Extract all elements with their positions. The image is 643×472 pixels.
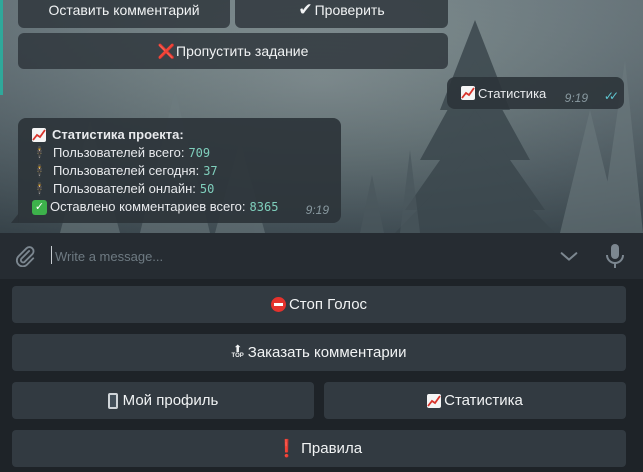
person-icon: 🕴 [32,146,47,160]
stats-label: Пользователей онлайн: [52,181,196,196]
incoming-message: Статистика проекта: 🕴 Пользователей всег… [11,118,341,223]
stats-value: 709 [188,146,211,160]
skip-task-button[interactable]: ❌ Пропустить задание [18,33,448,69]
skip-task-label: Пропустить задание [176,43,309,59]
stats-value: 37 [203,164,218,178]
outgoing-message-time: 9:19 [564,91,588,105]
chevron-down-icon[interactable] [558,245,580,267]
message-composer [0,233,643,279]
check-button[interactable]: ✔ Проверить [235,0,448,28]
accent-strip [0,0,3,95]
no-entry-icon [270,297,286,312]
order-comments-button[interactable]: ⬆ TOP Заказать комментарии [12,334,626,371]
exclamation-mark-icon: ❗ [275,438,298,458]
stats-value: 50 [199,182,215,196]
stats-value: 8365 [249,200,279,214]
microphone-icon[interactable] [604,243,626,269]
chat-area: Оставить комментарий ✔ Проверить ❌ Пропу… [0,0,643,233]
chart-increasing-icon [461,86,475,100]
person-icon: 🕴 [32,182,47,196]
stats-label: Оставлено комментариев всего: [50,199,246,214]
stats-title: Статистика проекта: [52,127,184,142]
message-input[interactable] [55,245,535,267]
stats-row-online: 🕴 Пользователей онлайн: 50 [32,180,341,198]
statistics-button[interactable]: Статистика [324,382,626,419]
person-icon: 🕴 [32,164,47,178]
incoming-message-time: 9:19 [305,203,329,217]
my-profile-label: Мой профиль [122,392,219,409]
text-cursor [51,246,52,264]
check-label: Проверить [314,2,385,18]
check-mark-button-icon: ✓ [32,199,47,215]
leave-comment-label: Оставить комментарий [48,2,200,18]
stats-label: Пользователей всего: [52,145,185,160]
stats-row-total: 🕴 Пользователей всего: 709 [32,144,341,162]
stats-row-comments: ✓ Оставлено комментариев всего: 8365 [32,198,341,216]
stats-row-today: 🕴 Пользователей сегодня: 37 [32,162,341,180]
outgoing-message: Статистика 9:19 ✓✓ [447,77,624,109]
paperclip-icon[interactable] [14,245,36,268]
rules-label: Правила [301,440,363,457]
chart-increasing-icon [32,128,46,142]
stop-voice-label: Стоп Голос [288,296,368,313]
outgoing-message-text: Статистика [478,85,547,101]
chart-increasing-icon [427,393,442,408]
double-check-icon: ✓✓ [603,89,619,103]
statistics-label: Статистика [444,392,523,409]
my-profile-button[interactable]: Мой профиль [12,382,314,419]
stop-voice-button[interactable]: Стоп Голос [12,286,626,323]
cross-mark-icon: ❌ [157,42,176,59]
reply-keyboard: Стоп Голос ⬆ TOP Заказать комментарии Мо… [0,279,643,472]
rules-button[interactable]: ❗ Правила [12,430,626,467]
checkmark-icon: ✔ [298,0,313,19]
top-arrow-text: TOP [231,352,244,359]
mobile-phone-icon [107,392,118,409]
bubble-tail [11,213,19,223]
order-comments-label: Заказать комментарии [247,344,407,361]
top-arrow-icon: ⬆ TOP [231,344,244,359]
stats-label: Пользователей сегодня: [52,163,200,178]
leave-comment-button[interactable]: Оставить комментарий [18,0,230,28]
